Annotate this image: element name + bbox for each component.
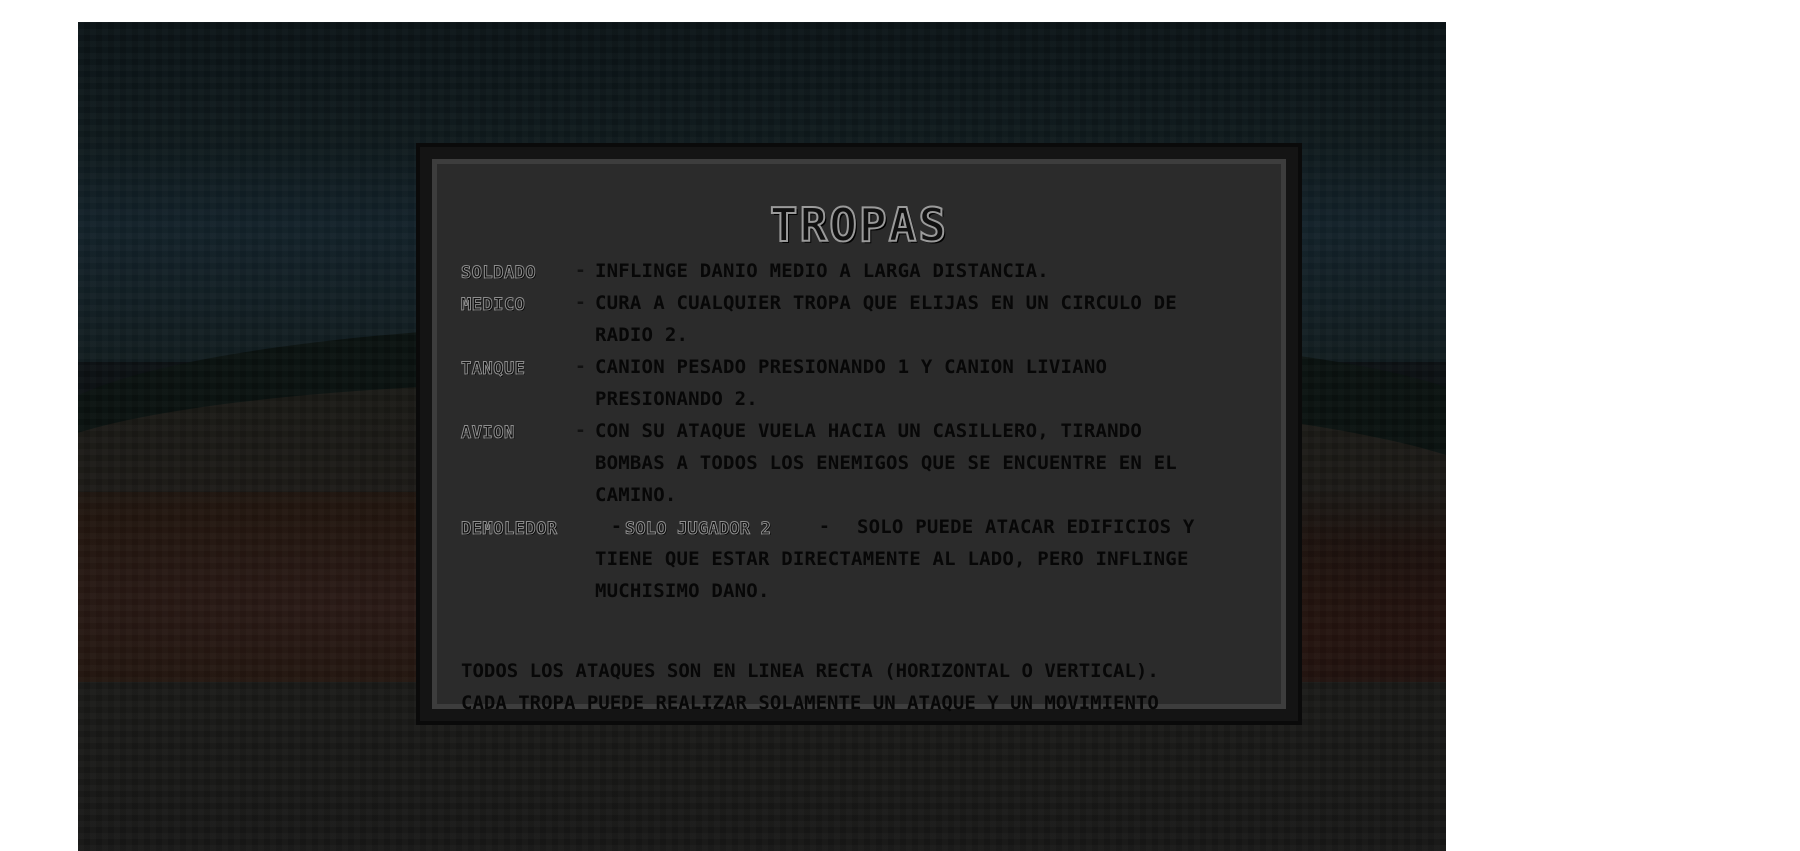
- troop-description-line: BOMBAS A TODOS LOS ENEMIGOS QUE SE ENCUE…: [595, 452, 1177, 474]
- troop-row-demoledor: DEMOLEDOR - SOLO JUGADOR 2 - SOLO PUEDE …: [461, 511, 1281, 607]
- panel-body: TROPAS SOLDADO - INFLINGE DANIO MEDIO A …: [432, 159, 1286, 714]
- troop-description-line: CON SU ATAQUE VUELA HACIA UN CASILLERO, …: [595, 420, 1143, 442]
- troop-separator: -: [575, 260, 587, 281]
- troop-row-tanque: TANQUE - CANION PESADO PRESIONANDO 1 Y C…: [460, 351, 1281, 415]
- troops-info-panel: TROPAS SOLDADO - INFLINGE DANIO MEDIO A …: [416, 143, 1302, 725]
- troop-row-avion: AVION - CON SU ATAQUE VUELA HACIA UN CAS…: [461, 415, 1281, 511]
- rules-line-2: CADA TROPA PUEDE REALIZAR SOLAMENTE UN A…: [461, 692, 1159, 714]
- troop-description-line: CAMINO.: [595, 484, 677, 506]
- troop-name-medico: MEDICO: [460, 295, 526, 316]
- rules-footer: TODOS LOS ATAQUES SON EN LINEA RECTA (HO…: [461, 655, 1281, 719]
- troop-description-line: INFLINGE DANIO MEDIO A LARGA DISTANCIA.: [595, 260, 1049, 282]
- troop-description-line: TIENE QUE ESTAR DIRECTAMENTE AL LADO, PE…: [595, 548, 1189, 570]
- troop-name-avion: AVION: [461, 423, 515, 444]
- player-two-only-tag: SOLO JUGADOR 2: [624, 519, 772, 540]
- troop-separator: -: [611, 516, 623, 537]
- troop-description-line: PRESIONANDO 2.: [595, 388, 758, 410]
- game-viewport: TROPAS SOLDADO - INFLINGE DANIO MEDIO A …: [78, 22, 1446, 851]
- troop-row-soldado: SOLDADO - INFLINGE DANIO MEDIO A LARGA D…: [460, 255, 1281, 287]
- troop-description-line: CURA A CUALQUIER TROPA QUE ELIJAS EN UN …: [595, 292, 1177, 314]
- troop-row-medico: MEDICO - CURA A CUALQUIER TROPA QUE ELIJ…: [460, 287, 1281, 351]
- troop-name-demoledor: DEMOLEDOR: [461, 519, 558, 540]
- troop-separator: -: [575, 292, 587, 313]
- troop-separator: -: [819, 516, 831, 537]
- troop-list: SOLDADO - INFLINGE DANIO MEDIO A LARGA D…: [460, 255, 1281, 607]
- rules-line-1: TODOS LOS ATAQUES SON EN LINEA RECTA (HO…: [461, 660, 1159, 682]
- troop-name-tanque: TANQUE: [460, 359, 526, 380]
- troop-separator: -: [575, 356, 587, 377]
- troop-name-soldado: SOLDADO: [460, 263, 537, 284]
- troop-description-line: SOLO PUEDE ATACAR EDIFICIOS Y: [857, 516, 1195, 538]
- troop-description-line: CANION PESADO PRESIONANDO 1 Y CANION LIV…: [595, 356, 1108, 378]
- troop-separator: -: [575, 420, 587, 441]
- panel-title: TROPAS: [769, 197, 949, 253]
- troop-description-line: MUCHISIMO DANO.: [595, 580, 770, 602]
- troop-description-line: RADIO 2.: [595, 324, 689, 346]
